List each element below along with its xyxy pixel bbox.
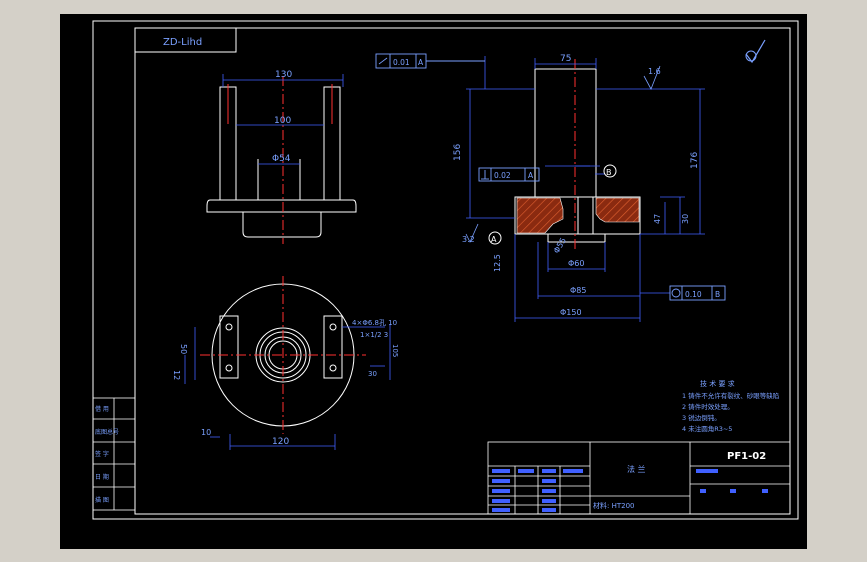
dim-100: 100	[274, 116, 291, 126]
dim-47: 47	[653, 214, 662, 224]
dim-120: 120	[272, 437, 289, 447]
note-1: 1 铸件不允许有裂纹、砂眼等缺陷	[682, 391, 779, 400]
dim-10: 10	[201, 428, 211, 437]
dim-phi150: Φ150	[560, 308, 582, 317]
note-3: 3 锐边倒钝。	[682, 413, 721, 422]
inner-frame	[134, 27, 791, 515]
dim-30-section: 30	[681, 214, 690, 224]
notes-title: 技 术 要 求	[700, 379, 735, 388]
section-dims	[466, 56, 705, 322]
hole-note-1: 4×Φ6.8孔 10	[352, 319, 397, 327]
datum-a-label: A	[491, 235, 497, 244]
side-row-0: 借 用	[95, 405, 109, 413]
title-name: 法 兰	[627, 464, 646, 474]
dim-30: 30	[368, 370, 377, 378]
datum-b-label: B	[606, 168, 612, 177]
plan-view	[200, 276, 366, 434]
dim-bore: Φ54	[272, 154, 291, 164]
dim-50: 50	[179, 344, 188, 354]
side-row-2: 签 字	[95, 450, 109, 458]
dim-156: 156	[453, 144, 463, 161]
dim-angle: 12.5	[493, 254, 502, 272]
drawing-canvas: ZD-Lihd 130 100 Φ54 120 10 50 12 30 105 …	[60, 14, 807, 549]
tol-perp-value: 0.02	[494, 171, 511, 180]
hole-note-2: 1×1/2 3	[360, 331, 388, 339]
plan-view-dims	[184, 324, 391, 450]
tol-bottom-value: 0.10	[685, 290, 702, 299]
tol-perp-datum: A	[528, 171, 534, 180]
cad-drawing: ZD-Lihd 130 100 Φ54 120 10 50 12 30 105 …	[92, 20, 799, 520]
section-hatch-left	[516, 197, 564, 234]
outer-frame	[92, 20, 799, 520]
side-row-3: 日 期	[95, 473, 109, 481]
dim-75: 75	[560, 54, 571, 64]
dim-105: 105	[391, 344, 399, 357]
dim-phi55: Φ55	[552, 236, 568, 255]
section-hatch-right	[595, 197, 640, 223]
note-4: 4 未注圆角R3~5	[682, 424, 732, 433]
note-2: 2 铸件时效处理。	[682, 402, 734, 411]
material: 材料: HT200	[593, 501, 634, 510]
dim-130: 130	[275, 70, 292, 80]
dim-phi60: Φ60	[568, 259, 584, 268]
part-number: PF1-02	[727, 451, 766, 462]
tol-top-value: 0.01	[393, 58, 410, 67]
dim-phi85: Φ85	[570, 286, 586, 295]
dim-12: 12	[172, 370, 181, 380]
tol-top-datum: A	[418, 58, 424, 67]
side-row-4: 描 图	[95, 496, 109, 504]
tol-bottom-datum: B	[715, 290, 720, 299]
dim-176: 176	[690, 152, 700, 169]
side-row-1: 底图总号	[95, 428, 119, 436]
code-box-text: ZD-Lihd	[163, 37, 202, 48]
